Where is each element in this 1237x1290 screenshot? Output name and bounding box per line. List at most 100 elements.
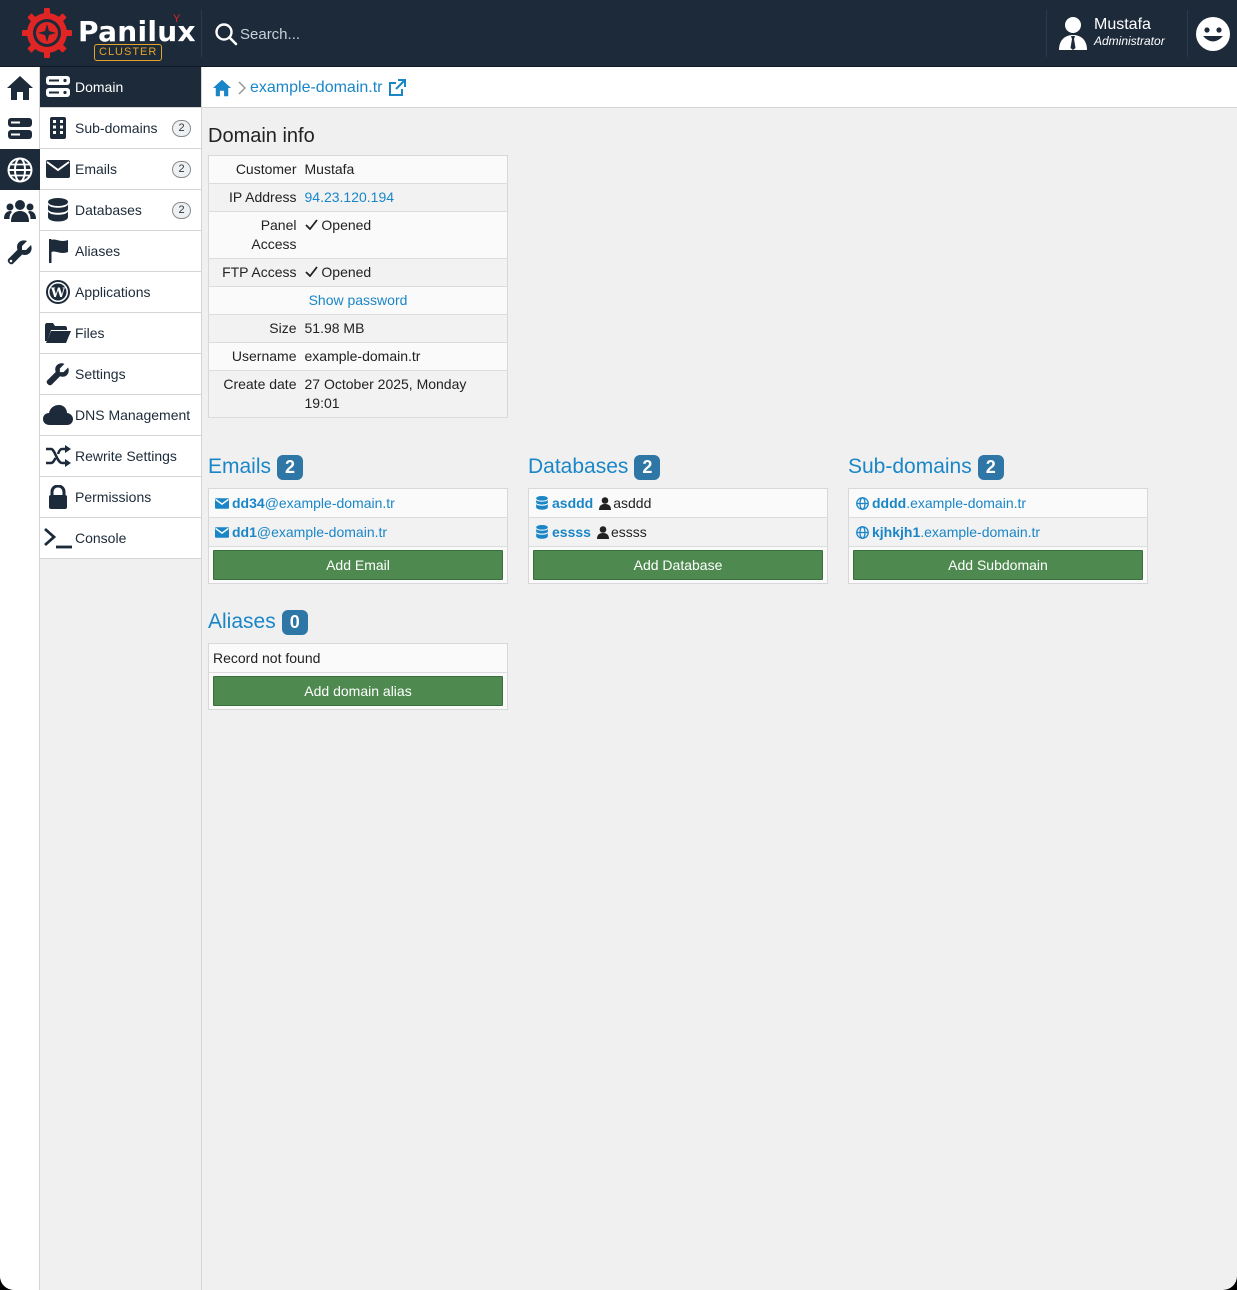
flag-icon xyxy=(40,239,75,263)
emails-title[interactable]: Emails xyxy=(208,455,271,479)
folder-open-icon xyxy=(40,323,75,343)
top-bar: Panilux Y CLUSTER Mustafa Administrator xyxy=(0,0,1237,67)
nav-servers[interactable] xyxy=(0,108,40,149)
shuffle-icon xyxy=(40,445,75,467)
menu-item-label: Settings xyxy=(75,366,126,382)
table-row: Size 51.98 MB xyxy=(208,314,508,343)
list-item[interactable]: kjhkjh1 .example-domain.tr xyxy=(849,518,1147,547)
menu-item-console[interactable]: Console xyxy=(40,518,201,559)
menu-item-label: Console xyxy=(75,530,127,546)
databases-list: asddd asddd essss essss Add Database xyxy=(528,488,828,584)
svg-text:W: W xyxy=(49,286,65,301)
customer-label: Customer xyxy=(208,155,301,184)
subdomain-domain: .example-domain.tr xyxy=(906,495,1027,511)
menu-item-label: Sub-domains xyxy=(75,120,158,136)
databases-count-badge: 2 xyxy=(634,454,661,480)
envelope-icon xyxy=(213,497,231,509)
menu-item-sub-domains[interactable]: Sub-domains 2 xyxy=(40,108,201,149)
email-domain: @example-domain.tr xyxy=(256,524,388,540)
menu-item-settings[interactable]: Settings xyxy=(40,354,201,395)
menu-item-label: DNS Management xyxy=(75,407,191,423)
cloud-icon xyxy=(40,405,75,425)
search-icon xyxy=(215,23,238,46)
add-database-button[interactable]: Add Database xyxy=(533,550,823,580)
table-row: Create date 27 October 2025, Monday 19:01 xyxy=(208,370,508,418)
aliases-title[interactable]: Aliases xyxy=(208,610,276,634)
menu-item-emails[interactable]: Emails 2 xyxy=(40,149,201,190)
nav-home[interactable] xyxy=(0,67,40,108)
list-item[interactable]: dd1 @example-domain.tr xyxy=(209,518,507,547)
menu-item-label: Domain xyxy=(75,79,124,95)
show-password-link[interactable]: Show password xyxy=(208,286,508,315)
logo[interactable]: Panilux Y CLUSTER xyxy=(21,7,196,61)
subdomains-title[interactable]: Sub-domains xyxy=(848,455,972,479)
menu-item-permissions[interactable]: Permissions xyxy=(40,477,201,518)
menu-item-databases[interactable]: Databases 2 xyxy=(40,190,201,231)
menu-item-dns-management[interactable]: DNS Management xyxy=(40,395,201,436)
subdomain-name: kjhkjh1 xyxy=(872,524,921,540)
server-icon xyxy=(8,117,32,139)
globe-icon xyxy=(853,525,871,539)
count-badge: 2 xyxy=(172,202,191,219)
table-row: Show password xyxy=(208,286,508,315)
wrench-icon xyxy=(7,239,32,264)
user-icon xyxy=(599,496,612,510)
add-domain-alias-button[interactable]: Add domain alias xyxy=(213,676,503,706)
username-label: Username xyxy=(208,342,301,371)
breadcrumb-domain-link[interactable]: example-domain.tr xyxy=(250,79,383,97)
menu-item-rewrite-settings[interactable]: Rewrite Settings xyxy=(40,436,201,477)
ip-label: IP Address xyxy=(208,183,301,212)
panel-label-line1: Panel xyxy=(260,217,297,233)
nav-domains[interactable] xyxy=(0,149,40,190)
table-row: FTP Access Opened xyxy=(208,258,508,287)
menu-item-files[interactable]: Files xyxy=(40,313,201,354)
user-menu[interactable]: Mustafa Administrator xyxy=(1058,16,1183,52)
menu-item-label: Permissions xyxy=(75,489,152,505)
check-icon xyxy=(304,266,318,278)
list-item[interactable]: dd34 @example-domain.tr xyxy=(209,489,507,518)
user-name: Mustafa xyxy=(1094,16,1151,33)
panel-access-status: Opened xyxy=(321,217,372,233)
database-icon xyxy=(533,525,551,539)
menu-item-applications[interactable]: W Applications xyxy=(40,272,201,313)
subdomain-domain: .example-domain.tr xyxy=(920,524,1041,540)
create-date-value: 27 October 2025, Monday 19:01 xyxy=(300,370,508,418)
add-email-button[interactable]: Add Email xyxy=(213,550,503,580)
menu-item-label: Databases xyxy=(75,202,142,218)
nav-tools[interactable] xyxy=(0,231,40,272)
check-icon xyxy=(304,219,318,231)
database-name: essss xyxy=(552,524,591,540)
external-link-icon[interactable] xyxy=(388,79,406,97)
globe-icon xyxy=(853,496,871,510)
list-item[interactable]: essss essss xyxy=(529,518,827,547)
search-input[interactable] xyxy=(240,24,460,44)
table-row: Username example-domain.tr xyxy=(208,342,508,371)
username-value: example-domain.tr xyxy=(300,342,508,371)
menu-item-aliases[interactable]: Aliases xyxy=(40,231,201,272)
envelope-icon xyxy=(213,526,231,538)
aliases-panel: Aliases 0 Record not found Add domain al… xyxy=(208,608,508,710)
menu-item-label: Emails xyxy=(75,161,118,177)
customer-value: Mustafa xyxy=(300,155,508,184)
user-tie-icon xyxy=(1059,17,1087,50)
databases-title[interactable]: Databases xyxy=(528,455,628,479)
search-box[interactable] xyxy=(214,22,474,46)
topbar-divider xyxy=(1187,10,1188,57)
list-item[interactable]: dddd .example-domain.tr xyxy=(849,489,1147,518)
table-row: IP Address 94.23.120.194 xyxy=(208,183,508,212)
server-icon xyxy=(40,76,75,98)
table-row: Panel Access Opened xyxy=(208,211,508,259)
ftp-access-value: Opened xyxy=(300,258,508,287)
smile-icon[interactable] xyxy=(1195,16,1231,52)
emails-list: dd34 @example-domain.tr dd1 @example-domai… xyxy=(208,488,508,584)
menu-item-domain[interactable]: Domain xyxy=(40,67,201,108)
nav-users[interactable] xyxy=(0,190,40,231)
list-item[interactable]: asddd asddd xyxy=(529,489,827,518)
database-icon xyxy=(533,496,551,510)
databases-panel: Databases 2 asddd asddd essss essss Add … xyxy=(528,453,828,584)
add-subdomain-button[interactable]: Add Subdomain xyxy=(853,550,1143,580)
menu-item-label: Rewrite Settings xyxy=(75,448,177,464)
ip-link[interactable]: 94.23.120.194 xyxy=(300,183,508,212)
home-icon[interactable] xyxy=(212,79,232,97)
wrench-icon xyxy=(40,362,75,386)
